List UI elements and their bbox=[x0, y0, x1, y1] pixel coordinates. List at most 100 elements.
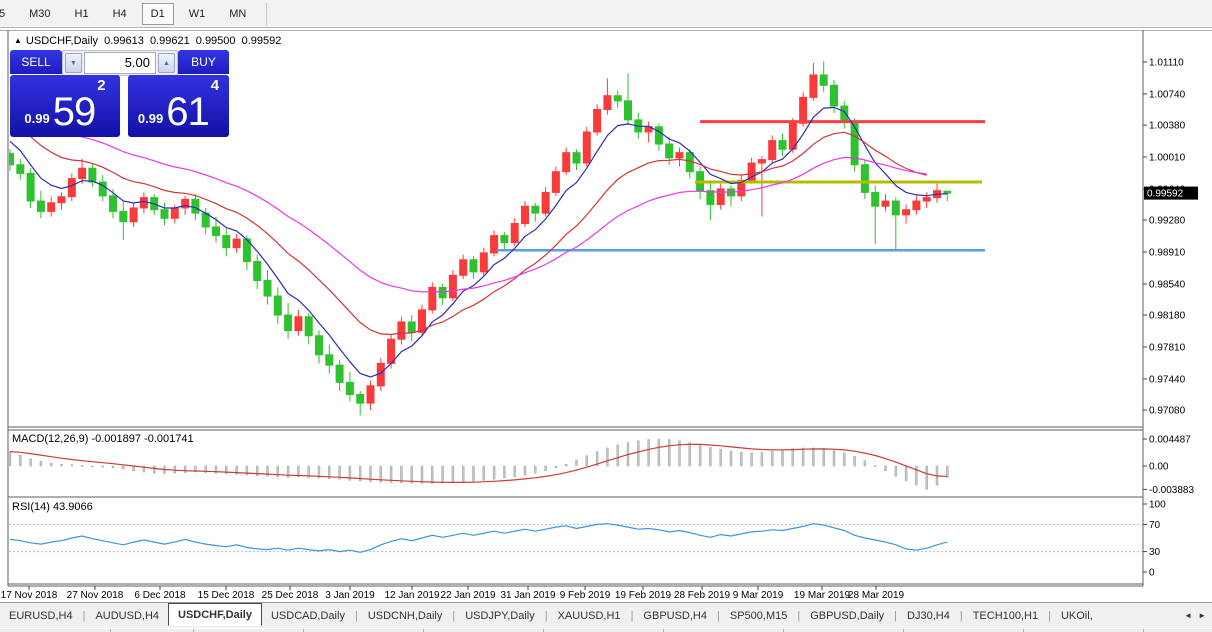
candle-body bbox=[625, 101, 632, 120]
macd-histogram-bar bbox=[586, 456, 588, 466]
candle-body bbox=[233, 239, 240, 248]
macd-histogram-bar bbox=[503, 466, 505, 478]
candle-body bbox=[254, 261, 261, 280]
chart-title-bar: ▲USDCHF,Daily 0.99613 0.99621 0.99500 0.… bbox=[14, 35, 284, 47]
macd-histogram-bar bbox=[545, 466, 547, 471]
symbol-tab-usdcad-daily[interactable]: USDCAD,Daily bbox=[262, 606, 354, 626]
volume-decrease-button[interactable]: ▼ bbox=[65, 53, 82, 73]
macd-histogram-bar bbox=[637, 441, 639, 466]
price-tick-label: 0.97440 bbox=[1149, 374, 1186, 385]
symbol-tab-usdchf-daily[interactable]: USDCHF,Daily bbox=[168, 603, 262, 626]
one-click-trading-panel: SELL ▼ 5.00 ▲ BUY 0.99592 0.99614 bbox=[10, 50, 229, 137]
symbol-tab-usdjpy-daily[interactable]: USDJPY,Daily bbox=[456, 606, 544, 626]
collapse-icon[interactable]: ▲ bbox=[14, 36, 22, 45]
rsi-scale-label: 70 bbox=[1149, 520, 1161, 531]
date-tick-label: 19 Mar 2019 bbox=[794, 590, 851, 601]
current-price-label: 0.99592 bbox=[1147, 189, 1184, 200]
timeframe-button-5[interactable]: 5 bbox=[0, 3, 14, 25]
macd-histogram-bar bbox=[751, 453, 753, 466]
macd-histogram-bar bbox=[782, 450, 784, 466]
candle-body bbox=[511, 223, 518, 242]
macd-histogram-bar bbox=[606, 448, 608, 466]
tab-scroll-right-button[interactable]: ► bbox=[1198, 611, 1206, 620]
date-tick-label: 27 Nov 2018 bbox=[67, 590, 124, 601]
candle-body bbox=[89, 168, 96, 182]
timeframe-button-w1[interactable]: W1 bbox=[180, 3, 215, 25]
candle-body bbox=[810, 75, 817, 97]
candle-body bbox=[295, 317, 302, 331]
rsi-scale-label: 100 bbox=[1149, 500, 1166, 511]
buy-button[interactable]: BUY bbox=[178, 50, 229, 74]
candle-body bbox=[769, 141, 776, 160]
candle-body bbox=[861, 165, 868, 193]
timeframe-button-h4[interactable]: H4 bbox=[104, 3, 136, 25]
macd-histogram-bar bbox=[565, 464, 567, 466]
macd-scale-label: 0.00 bbox=[1149, 462, 1169, 473]
macd-histogram-bar bbox=[431, 466, 433, 483]
candle-body bbox=[779, 141, 786, 150]
symbol-tab-gbpusd-h4[interactable]: GBPUSD,H4 bbox=[634, 606, 716, 626]
candle-body bbox=[655, 127, 662, 144]
date-tick-label: 15 Dec 2018 bbox=[198, 590, 255, 601]
symbol-tab-sp500-m15[interactable]: SP500,M15 bbox=[721, 606, 796, 626]
candle-body bbox=[79, 168, 86, 178]
tab-scroll-left-button[interactable]: ◄ bbox=[1184, 611, 1192, 620]
macd-histogram-bar bbox=[658, 439, 660, 466]
toolbar-separator bbox=[266, 3, 267, 25]
macd-histogram-bar bbox=[915, 466, 917, 485]
date-tick-label: 22 Jan 2019 bbox=[440, 590, 495, 601]
symbol-tab-xauusd-h1[interactable]: XAUUSD,H1 bbox=[549, 606, 630, 626]
candle-body bbox=[563, 153, 570, 172]
candle-body bbox=[604, 96, 611, 110]
price-tick-label: 0.98180 bbox=[1149, 311, 1186, 322]
macd-histogram-bar bbox=[905, 466, 907, 481]
symbol-tab-usdcnh-daily[interactable]: USDCNH,Daily bbox=[359, 606, 452, 626]
candle-body bbox=[573, 153, 580, 163]
buy-price-big: 61 bbox=[166, 95, 209, 129]
buy-price-tile[interactable]: 0.99614 bbox=[128, 75, 229, 137]
buy-price-sup: 4 bbox=[211, 77, 219, 94]
symbol-tab-dj30-h4[interactable]: DJ30,H4 bbox=[898, 606, 959, 626]
candle-body bbox=[398, 322, 405, 339]
volume-input[interactable]: 5.00 bbox=[84, 52, 156, 74]
sell-button[interactable]: SELL bbox=[10, 50, 62, 74]
candle-body bbox=[17, 165, 24, 174]
candle-body bbox=[903, 210, 910, 215]
candle-body bbox=[522, 206, 529, 223]
macd-histogram-bar bbox=[411, 466, 413, 483]
symbol-tab-ukoil[interactable]: UKOil, bbox=[1052, 606, 1102, 626]
status-bar bbox=[0, 628, 1212, 632]
rsi-label: RSI(14) 43.9066 bbox=[12, 501, 93, 513]
candle-body bbox=[120, 211, 127, 221]
quote-low: 0.99500 bbox=[196, 35, 236, 47]
symbol-tab-audusd-h4[interactable]: AUDUSD,H4 bbox=[86, 606, 168, 626]
macd-histogram-bar bbox=[761, 452, 763, 466]
macd-histogram-bar bbox=[668, 440, 670, 466]
sell-price-tile[interactable]: 0.99592 bbox=[10, 75, 120, 137]
date-tick-label: 12 Jan 2019 bbox=[384, 590, 439, 601]
candle-body bbox=[923, 198, 930, 201]
symbol-tab-gbpusd-daily[interactable]: GBPUSD,Daily bbox=[801, 606, 893, 626]
candle-body bbox=[264, 280, 271, 296]
macd-histogram-bar bbox=[885, 466, 887, 471]
candle-body bbox=[213, 227, 220, 236]
volume-increase-button[interactable]: ▲ bbox=[158, 53, 175, 73]
symbol-tab-eurusd-h4[interactable]: EURUSD,H4 bbox=[0, 606, 82, 626]
date-tick-label: 9 Mar 2019 bbox=[733, 590, 784, 601]
timeframe-button-d1[interactable]: D1 bbox=[142, 3, 174, 25]
timeframe-button-mn[interactable]: MN bbox=[220, 3, 255, 25]
candle-body bbox=[316, 336, 323, 355]
candle-body bbox=[58, 197, 65, 203]
timeframe-button-m30[interactable]: M30 bbox=[20, 3, 59, 25]
candle-body bbox=[831, 85, 838, 106]
symbol-tab-tech100-h1[interactable]: TECH100,H1 bbox=[964, 606, 1047, 626]
rsi-scale-label: 30 bbox=[1149, 547, 1161, 558]
candle-body bbox=[532, 206, 539, 213]
chart-symbol-title: USDCHF,Daily bbox=[26, 35, 98, 47]
candle-body bbox=[346, 382, 353, 394]
candle-body bbox=[171, 208, 178, 218]
timeframe-button-h1[interactable]: H1 bbox=[66, 3, 98, 25]
macd-histogram-bar bbox=[833, 450, 835, 466]
macd-histogram-bar bbox=[50, 463, 52, 466]
macd-histogram-bar bbox=[122, 466, 124, 469]
